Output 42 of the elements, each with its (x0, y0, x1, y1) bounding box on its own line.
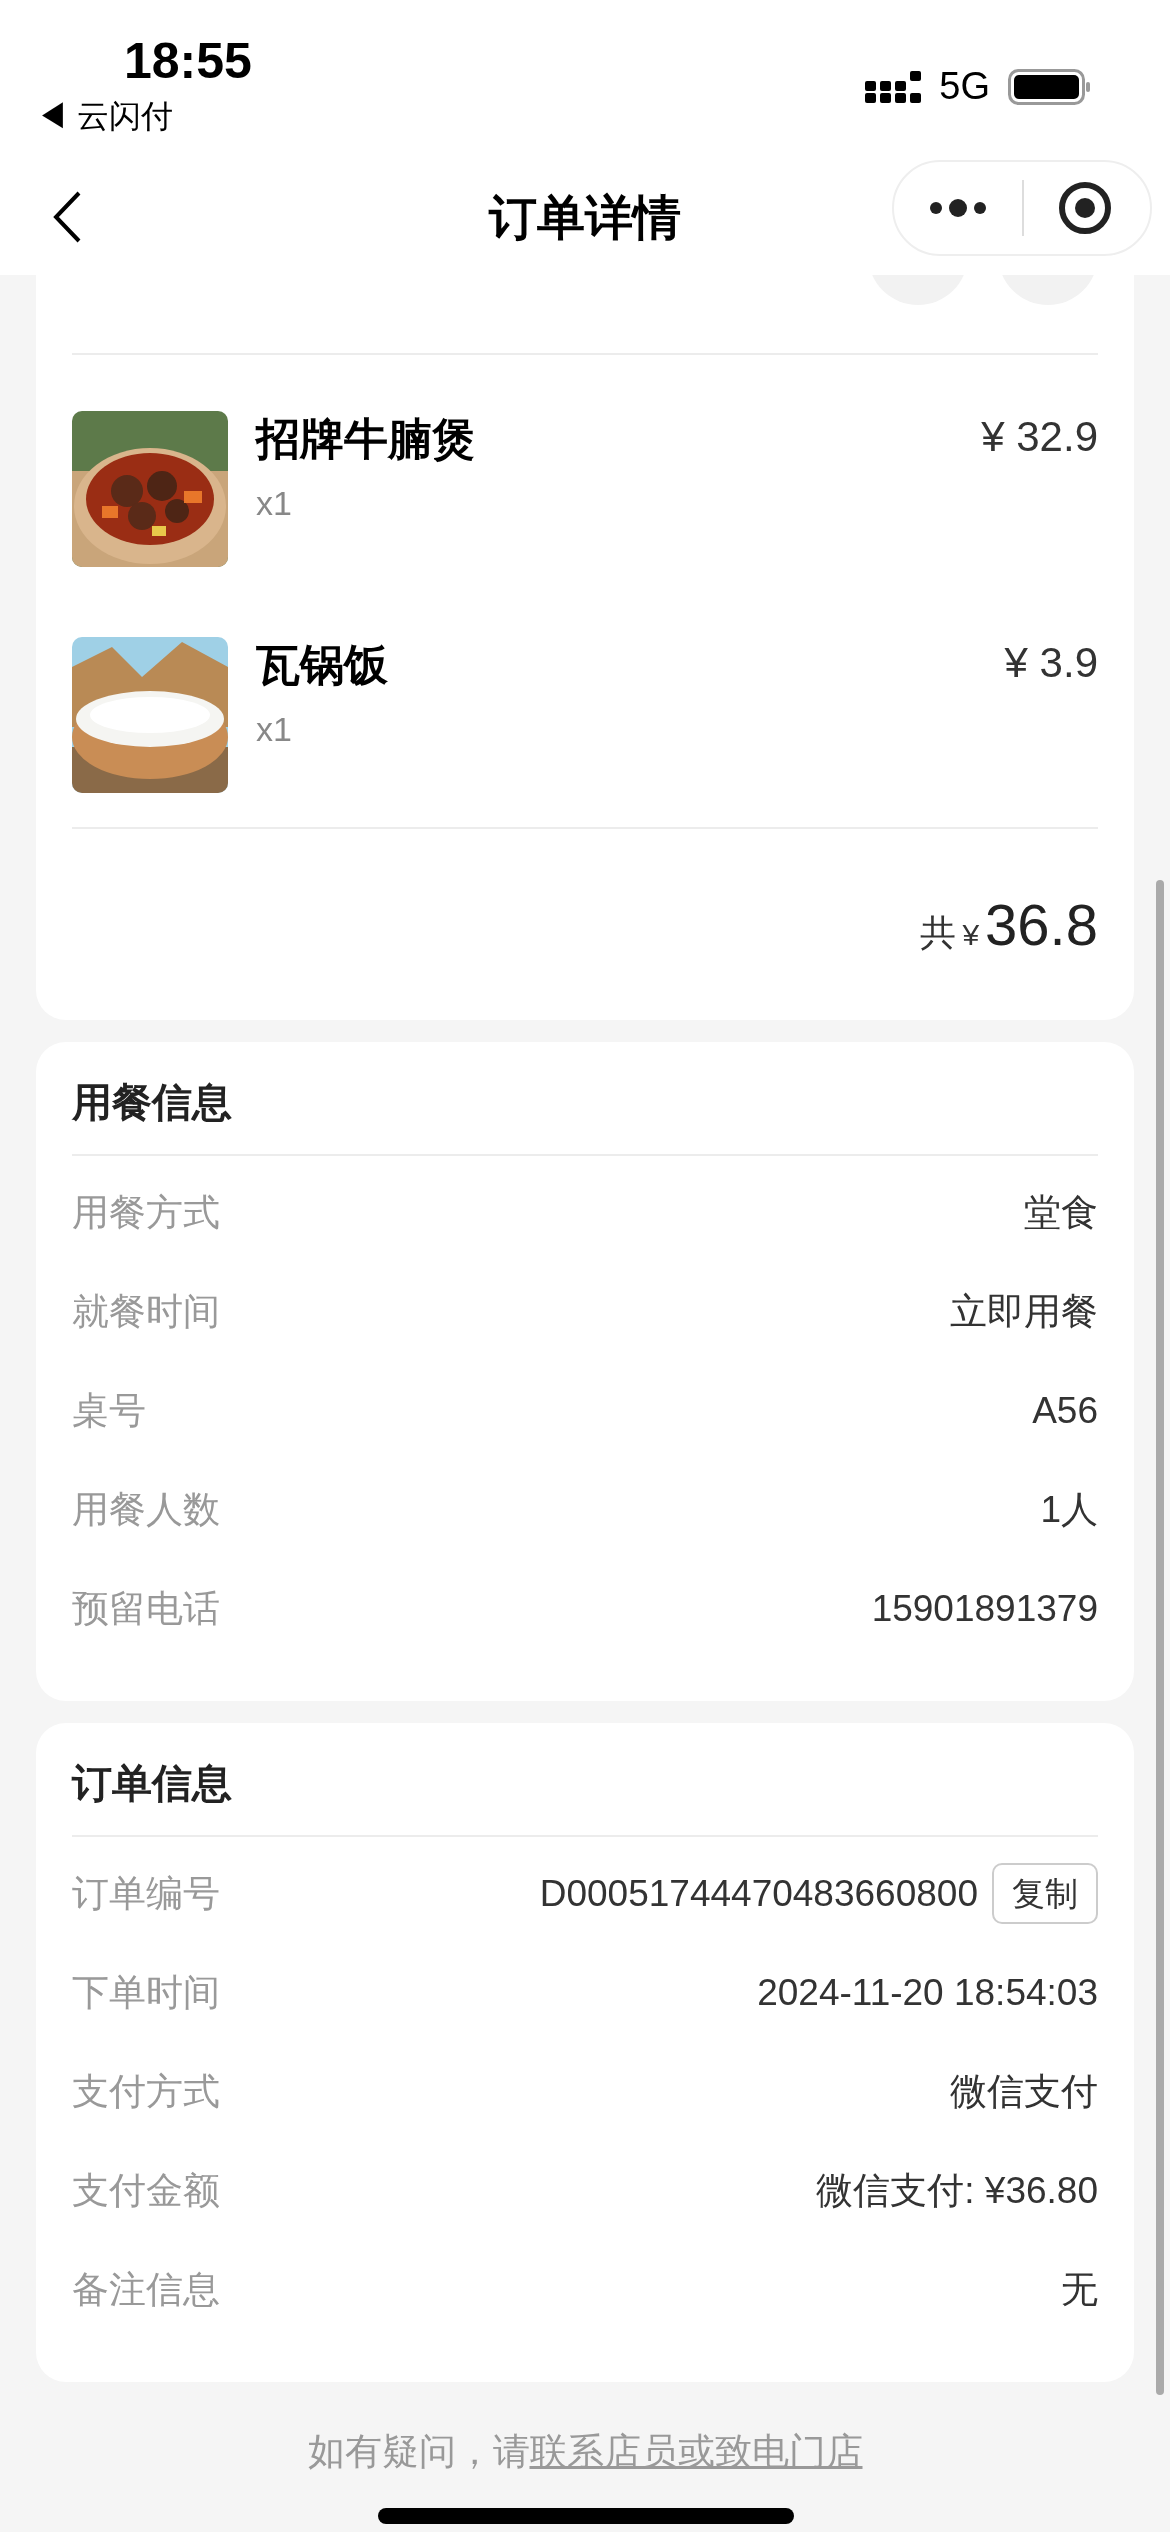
status-time: 18:55 (124, 32, 252, 91)
close-icon[interactable] (1058, 181, 1112, 235)
back-icon[interactable] (52, 190, 82, 244)
field-value: 15901891379 (871, 1586, 1098, 1631)
section-title: 订单信息 (72, 1763, 1098, 1837)
dish-price: ¥ 32.9 (981, 412, 1098, 462)
field-label: 预留电话 (72, 1586, 220, 1631)
field-value: 无 (1061, 2267, 1098, 2312)
page-title: 订单详情 (489, 189, 681, 246)
network-label: 5G (939, 64, 990, 109)
dish-quantity: x1 (256, 483, 293, 524)
field-label: 就餐时间 (72, 1289, 220, 1334)
field-label: 备注信息 (72, 2267, 220, 2312)
currency-symbol: ¥ (962, 917, 980, 953)
dish-price: ¥ 3.9 (1004, 638, 1098, 688)
field-label: 用餐方式 (72, 1190, 220, 1235)
more-icon[interactable] (928, 198, 988, 218)
field-value: 微信支付: ¥36.80 (816, 2168, 1098, 2213)
field-label: 用餐人数 (72, 1487, 220, 1532)
signal-icon (865, 70, 922, 103)
help-text: 如有疑问，请联系店员或致电门店 (307, 2430, 863, 2474)
field-value: 1人 (1040, 1487, 1098, 1532)
field-value: 立即用餐 (950, 1289, 1098, 1334)
field-label: 桌号 (72, 1388, 146, 1433)
field-label: 下单时间 (72, 1970, 220, 2015)
section-title: 用餐信息 (72, 1082, 1098, 1156)
field-value: A56 (1032, 1388, 1098, 1433)
field-value: D00051744470483660800 (539, 1871, 978, 1916)
dish-name: 瓦锅饭 (256, 639, 389, 691)
total-label: 共 (920, 911, 957, 955)
battery-icon (1008, 68, 1090, 105)
field-label: 订单编号 (72, 1871, 220, 1916)
field-label: 支付方式 (72, 2069, 220, 2114)
field-label: 支付金额 (72, 2168, 220, 2213)
dish-quantity: x1 (256, 709, 293, 750)
field-value: 2024-11-20 18:54:03 (757, 1970, 1098, 2015)
total-amount: 36.8 (985, 891, 1098, 959)
field-value: 微信支付 (950, 2069, 1098, 2114)
dish-name: 招牌牛腩煲 (256, 413, 477, 465)
back-to-app-link[interactable]: ◀ 云闪付 (36, 92, 173, 140)
field-value: 堂食 (1024, 1190, 1098, 1235)
copy-button[interactable]: 复制 (992, 1862, 1098, 1925)
